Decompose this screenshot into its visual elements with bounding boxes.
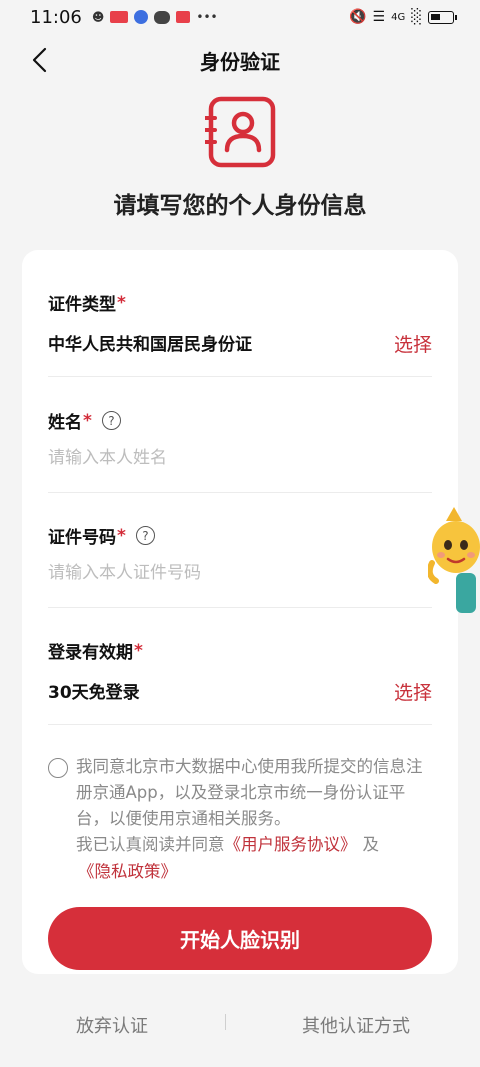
id-number-label-row: 证件号码 * ? bbox=[48, 523, 432, 548]
form-card: 证件类型* 中华人民共和国居民身份证 选择 姓名* ? 证件号码* ? 登录有效… bbox=[22, 250, 458, 974]
agreement-and: 及 bbox=[362, 835, 380, 854]
login-validity-value: 30天免登录 bbox=[48, 683, 140, 703]
id-number-input-row bbox=[48, 563, 432, 583]
id-type-value: 中华人民共和国居民身份证 bbox=[48, 335, 252, 355]
id-type-select-button[interactable]: 选择 bbox=[394, 330, 432, 357]
login-validity-label: 登录有效期 * bbox=[48, 638, 432, 664]
required-mark: * bbox=[134, 640, 143, 661]
id-type-label: 证件类型 * bbox=[48, 290, 432, 316]
other-verification-methods-button[interactable]: 其他认证方式 bbox=[302, 1012, 410, 1038]
id-number-label: 证件号码 * ? bbox=[48, 523, 432, 548]
page-title: 身份验证 bbox=[200, 50, 280, 74]
login-validity-label-text: 登录有效期 bbox=[48, 643, 133, 663]
id-type-label-row: 证件类型 * bbox=[48, 290, 432, 316]
divider bbox=[48, 492, 432, 493]
status-time: 11:06 bbox=[30, 6, 82, 28]
wifi-icon: ☰ bbox=[372, 9, 386, 25]
privacy-policy-link[interactable]: 《隐私政策》 bbox=[78, 862, 177, 881]
agreement-read-line: 我已认真阅读并同意《用户服务协议》及 bbox=[76, 832, 438, 858]
name-help-icon[interactable]: ? bbox=[101, 411, 121, 430]
footer-divider bbox=[225, 1014, 226, 1030]
status-right: 🔇 ☰ 4G ░ bbox=[349, 9, 457, 25]
name-input[interactable] bbox=[48, 448, 432, 468]
agreement-checkbox[interactable] bbox=[48, 758, 68, 778]
required-mark: * bbox=[117, 525, 126, 546]
footer: 放弃认证 其他认证方式 bbox=[0, 974, 480, 1067]
login-validity-label-row: 登录有效期 * bbox=[48, 638, 432, 664]
app-badge-icon bbox=[110, 11, 129, 23]
agreement-read-prefix: 我已认真阅读并同意 bbox=[76, 835, 225, 854]
mute-icon: 🔇 bbox=[349, 9, 367, 25]
more-icon: ••• bbox=[196, 10, 218, 24]
notification-icon: ☻ bbox=[91, 10, 105, 24]
divider bbox=[48, 724, 432, 725]
battery-icon bbox=[428, 10, 457, 24]
login-validity-select-button[interactable]: 选择 bbox=[394, 678, 432, 705]
status-bar: 11:06 ☻ ••• 🔇 ☰ 4G ░ bbox=[0, 0, 480, 34]
name-label-text: 姓名 bbox=[48, 413, 82, 433]
divider bbox=[48, 607, 432, 608]
signal-icon: ░ bbox=[411, 9, 422, 25]
id-card-icon bbox=[205, 96, 276, 168]
name-label-row: 姓名 * ? bbox=[48, 408, 432, 433]
divider bbox=[48, 376, 432, 377]
privacy-row: 《隐私政策》 bbox=[78, 858, 177, 882]
required-mark: * bbox=[117, 292, 126, 313]
login-validity-value-row[interactable]: 30天免登录 选择 bbox=[48, 678, 432, 708]
name-label: 姓名 * ? bbox=[48, 408, 432, 433]
start-face-recognition-button[interactable]: 开始人脸识别 bbox=[48, 907, 432, 970]
user-agreement-link[interactable]: 《用户服务协议》 bbox=[225, 835, 357, 854]
abandon-verification-button[interactable]: 放弃认证 bbox=[76, 1012, 148, 1038]
id-number-help-icon[interactable]: ? bbox=[135, 526, 155, 545]
app-badge-icon bbox=[176, 11, 191, 23]
name-input-row bbox=[48, 448, 432, 468]
mascot-icon bbox=[428, 507, 480, 613]
hero-title: 请填写您的个人身份信息 bbox=[113, 193, 367, 219]
music-icon bbox=[134, 10, 149, 24]
wechat-icon bbox=[154, 10, 171, 24]
id-number-input[interactable] bbox=[48, 563, 432, 583]
status-left: 11:06 ☻ ••• bbox=[30, 7, 218, 28]
id-type-label-text: 证件类型 bbox=[48, 295, 116, 315]
agreement-statement: 我同意北京市大数据中心使用我所提交的信息注册京通App，以及登录北京市统一身份认… bbox=[76, 757, 423, 828]
required-mark: * bbox=[83, 410, 92, 431]
agreement-text: 我同意北京市大数据中心使用我所提交的信息注册京通App，以及登录北京市统一身份认… bbox=[76, 754, 438, 858]
network-type: 4G bbox=[391, 11, 406, 23]
id-type-value-row[interactable]: 中华人民共和国居民身份证 选择 bbox=[48, 330, 432, 360]
nav-bar: 身份验证 bbox=[0, 36, 480, 86]
id-number-label-text: 证件号码 bbox=[48, 528, 116, 548]
